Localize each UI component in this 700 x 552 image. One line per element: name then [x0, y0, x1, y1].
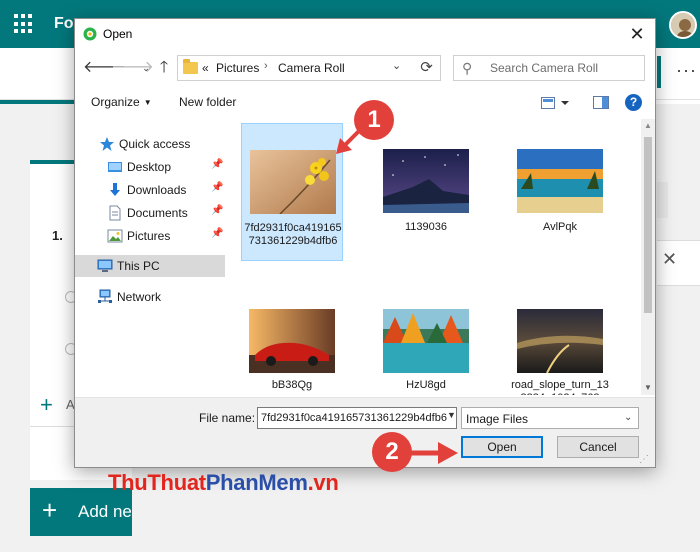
annotation-arrow-2 — [407, 442, 458, 464]
watermark-part-1: ThuThuat — [108, 470, 206, 495]
step-badge-1: 1 — [354, 100, 394, 140]
watermark: ThuThuatPhanMem.vn — [108, 470, 339, 496]
watermark-part-2: PhanMem — [205, 470, 308, 495]
watermark-part-3: .vn — [307, 470, 339, 495]
annotation-arrows — [336, 126, 458, 464]
step-badge-2: 2 — [372, 432, 412, 472]
